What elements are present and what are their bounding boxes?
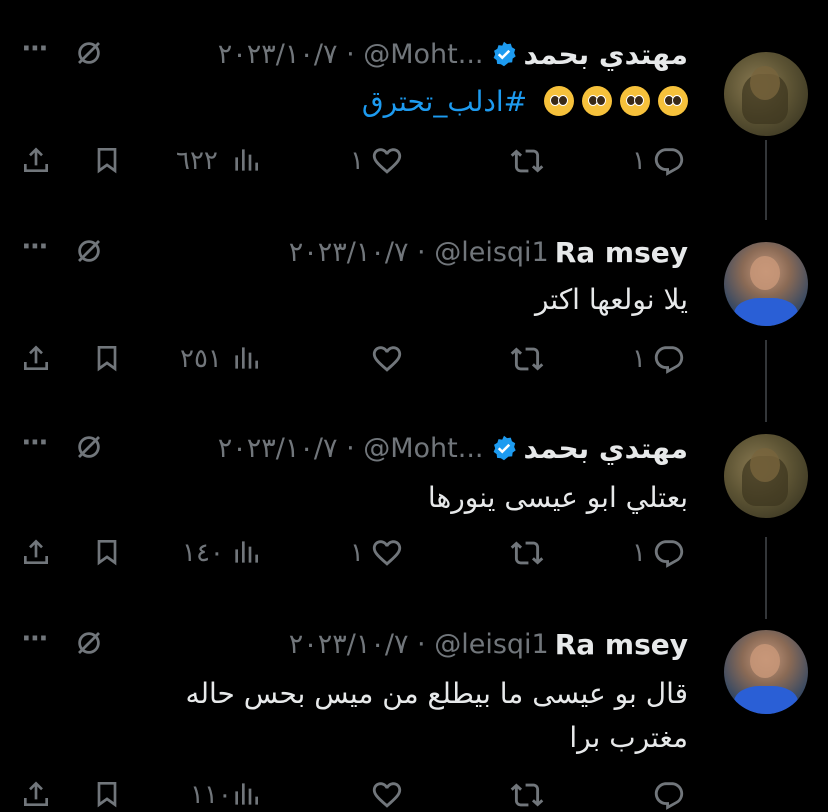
share-icon[interactable] (20, 342, 52, 374)
display-name[interactable]: Ra msey (555, 628, 688, 661)
tweet-header: مهتدي بحمد ٢٠٢٣/١٠/٧ · @Moht... (218, 428, 688, 468)
tweet-text: #ادلب_تحترق (362, 80, 688, 124)
share-icon[interactable] (20, 144, 52, 176)
retweet-icon[interactable] (510, 144, 544, 178)
tweet-text-line: قال بو عيسى ما بيطلع من ميس بحس حاله (185, 677, 688, 710)
more-options-button[interactable]: ⋯ (22, 34, 50, 64)
retweet-icon[interactable] (510, 778, 544, 812)
bookmark-icon[interactable] (91, 144, 123, 176)
mute-icon[interactable] (74, 432, 104, 466)
display-name[interactable]: Ra msey (555, 236, 688, 269)
retweet-icon[interactable] (510, 342, 544, 376)
reply-count: ١ (632, 538, 646, 568)
heart-icon[interactable] (370, 536, 404, 570)
display-name[interactable]: مهتدي بحمد (524, 432, 688, 465)
reply-icon[interactable] (652, 536, 686, 570)
views-icon[interactable] (230, 342, 262, 374)
tweet-header: Ra msey ٢٠٢٣/١٠/٧ · @leisqi1 (289, 232, 688, 272)
tweet-text: قال بو عيسى ما بيطلع من ميس بحس حاله مغت… (185, 672, 688, 760)
reply-count: ١ (632, 146, 646, 176)
share-icon[interactable] (20, 536, 52, 568)
views-icon[interactable] (230, 536, 262, 568)
tweet-meta[interactable]: ٢٠٢٣/١٠/٧ · @Moht... (218, 39, 484, 70)
tweet-header: Ra msey ٢٠٢٣/١٠/٧ · @leisqi1 (289, 624, 688, 664)
avatar[interactable] (724, 434, 808, 518)
tweet-meta[interactable]: ٢٠٢٣/١٠/٧ · @Moht... (218, 433, 484, 464)
pleading-face-emoji (620, 86, 650, 116)
reply-icon[interactable] (652, 144, 686, 178)
tweet-text-line: مغترب برا (569, 721, 688, 754)
mute-icon[interactable] (74, 38, 104, 72)
avatar[interactable] (724, 630, 808, 714)
more-options-button[interactable]: ⋯ (22, 428, 50, 458)
tweet-text: بعتلي ابو عيسى ينورها (427, 481, 688, 514)
tweet-meta[interactable]: ٢٠٢٣/١٠/٧ · @leisqi1 (289, 629, 549, 660)
pleading-face-emoji (658, 86, 688, 116)
tweet[interactable]: Ra msey ٢٠٢٣/١٠/٧ · @leisqi1 ⋯ يلا نولعه… (0, 228, 828, 408)
view-count: ٦٢٢ (176, 146, 218, 176)
more-options-button[interactable]: ⋯ (22, 232, 50, 262)
view-count: ١٤٠ (182, 538, 224, 568)
tweet-meta[interactable]: ٢٠٢٣/١٠/٧ · @leisqi1 (289, 237, 549, 268)
reply-icon[interactable] (652, 778, 686, 812)
bookmark-icon[interactable] (91, 342, 123, 374)
retweet-icon[interactable] (510, 536, 544, 570)
view-count: ٢٥١ (180, 344, 222, 374)
bookmark-icon[interactable] (91, 778, 123, 810)
like-count: ١ (350, 538, 364, 568)
tweet-header: مهتدي بحمد ٢٠٢٣/١٠/٧ · @Moht... (218, 34, 688, 74)
tweet[interactable]: Ra msey ٢٠٢٣/١٠/٧ · @leisqi1 ⋯ قال بو عي… (0, 620, 828, 812)
views-icon[interactable] (230, 144, 262, 176)
tweet-text: يلا نولعها اكتر (534, 283, 688, 316)
display-name[interactable]: مهتدي بحمد (524, 38, 688, 71)
bookmark-icon[interactable] (91, 536, 123, 568)
pleading-face-emoji (544, 86, 574, 116)
tweet[interactable]: مهتدي بحمد ٢٠٢٣/١٠/٧ · @Moht... ⋯ بعتلي … (0, 424, 828, 604)
reply-icon[interactable] (652, 342, 686, 376)
avatar[interactable] (724, 52, 808, 136)
heart-icon[interactable] (370, 144, 404, 178)
mute-icon[interactable] (74, 236, 104, 270)
pleading-face-emoji (582, 86, 612, 116)
mute-icon[interactable] (74, 628, 104, 662)
verified-badge-icon (493, 41, 516, 67)
more-options-button[interactable]: ⋯ (22, 624, 50, 654)
like-count: ١ (350, 146, 364, 176)
views-icon[interactable] (230, 778, 262, 810)
heart-icon[interactable] (370, 778, 404, 812)
share-icon[interactable] (20, 778, 52, 810)
verified-badge-icon (493, 435, 516, 461)
hashtag-link[interactable]: #ادلب_تحترق (362, 85, 527, 118)
tweet[interactable]: مهتدي بحمد ٢٠٢٣/١٠/٧ · @Moht... ⋯ #ادلب_… (0, 32, 828, 212)
avatar[interactable] (724, 242, 808, 326)
heart-icon[interactable] (370, 342, 404, 376)
view-count: ١١٠ (190, 780, 232, 810)
reply-count: ١ (632, 344, 646, 374)
